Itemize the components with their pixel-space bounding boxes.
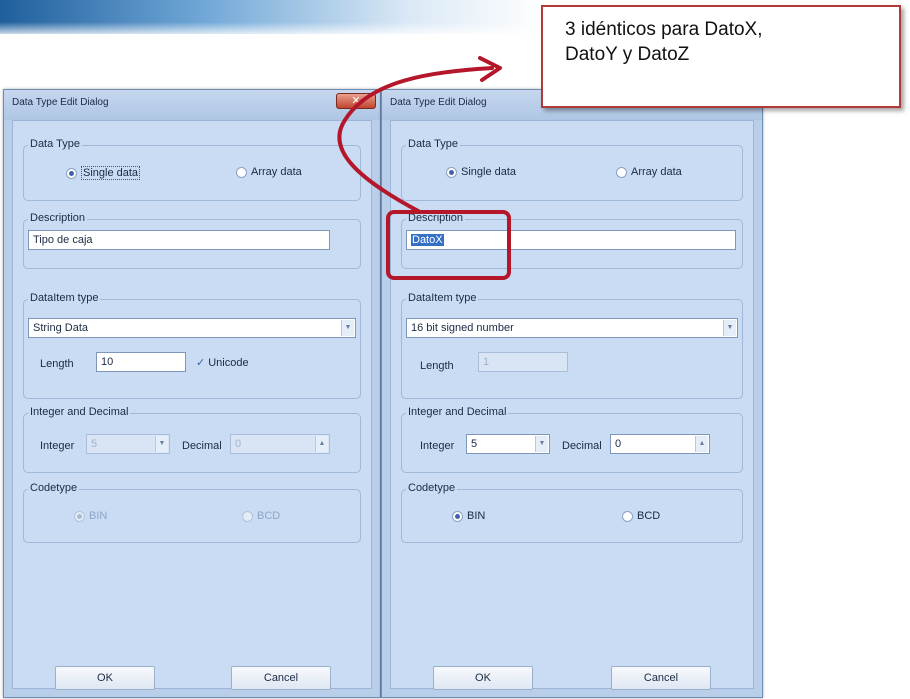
callout-line-1: 3 idénticos para DatoX, bbox=[565, 19, 763, 40]
callout-box: 3 idénticos para DatoX, DatoY y DatoZ bbox=[541, 5, 901, 108]
callout-line-2: DatoY y DatoZ bbox=[565, 44, 690, 65]
